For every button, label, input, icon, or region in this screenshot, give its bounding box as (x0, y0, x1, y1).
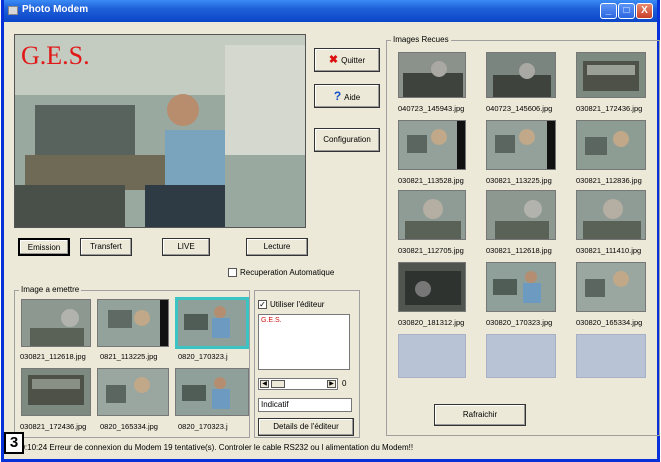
maximize-button[interactable]: □ (618, 3, 635, 19)
received-caption-8: 030821_112618.jpg (486, 246, 552, 255)
send-caption-6: 0820_170323.j (178, 422, 228, 431)
send-caption-2: 0821_113225.jpg (100, 352, 158, 361)
close-button[interactable]: X (636, 3, 653, 19)
use-editor-check-icon[interactable]: ✓ (258, 300, 267, 310)
received-thumb-11[interactable] (486, 262, 556, 312)
help-button[interactable]: ? Aide (314, 84, 380, 108)
received-caption-7: 030821_112705.jpg (398, 246, 464, 255)
received-thumb-6[interactable] (576, 120, 646, 170)
received-caption-3: 030821_172436.jpg (576, 104, 643, 113)
editor-textarea[interactable]: G.E.S. (258, 314, 350, 370)
send-thumb-5[interactable] (97, 368, 169, 416)
received-thumb-5[interactable] (486, 120, 556, 170)
indicatif-field[interactable]: Indicatif (258, 398, 352, 412)
send-thumb-4[interactable] (21, 368, 91, 416)
received-thumb-10[interactable] (398, 262, 466, 312)
received-caption-4: 030821_113528.jpg (398, 176, 464, 185)
app-icon (8, 6, 18, 15)
received-caption-9: 030821_111410.jpg (576, 246, 642, 255)
live-button[interactable]: LIVE (162, 238, 210, 256)
received-caption-12: 030820_165334.jpg (576, 318, 643, 327)
send-thumb-3-selected[interactable] (175, 297, 249, 349)
received-thumb-4[interactable] (398, 120, 466, 170)
quit-button[interactable]: ✖ Quitter (314, 48, 380, 72)
send-thumb-1[interactable] (21, 299, 91, 347)
slider-left-arrow-icon[interactable]: ◀ (260, 380, 269, 388)
received-empty-slot-1 (398, 334, 466, 378)
question-icon: ? (333, 89, 342, 103)
preview-overlay-text: G.E.S. (21, 41, 90, 70)
received-caption-11: 030820_170323.jpg (486, 318, 553, 327)
figure-number-badge: 3 (4, 432, 24, 454)
received-caption-6: 030821_112836.jpg (576, 176, 642, 185)
received-thumb-2[interactable] (486, 52, 556, 98)
transfert-button[interactable]: Transfert (80, 238, 132, 256)
received-thumb-8[interactable] (486, 190, 556, 240)
auto-recovery-checkbox[interactable]: Recuperation Automatique (228, 268, 334, 278)
camera-preview: G.E.S. (14, 34, 306, 228)
app-window: Photo Modem _ □ X G.E.S. ✖ Quitter ? Aide … (1, 0, 660, 462)
received-caption-2: 040723_145606.jpg (486, 104, 553, 113)
slider-value: 0 (342, 379, 347, 388)
slider-thumb[interactable] (271, 380, 285, 388)
send-caption-3: 0820_170323.j (178, 352, 228, 361)
send-caption-5: 0820_165334.jpg (100, 422, 158, 431)
received-images-label: Images Recues (391, 35, 451, 44)
use-editor-checkbox[interactable]: ✓ Utiliser l'éditeur (258, 300, 324, 310)
close-x-icon: ✖ (328, 54, 339, 66)
received-thumb-3[interactable] (576, 52, 646, 98)
received-caption-1: 040723_145943.jpg (398, 104, 465, 113)
title-bar[interactable]: Photo Modem _ □ X (4, 0, 657, 22)
received-thumb-9[interactable] (576, 190, 646, 240)
emission-button[interactable]: Emission (18, 238, 70, 256)
status-bar: 10:10:24 Erreur de connexion du Modem 19… (16, 443, 414, 452)
send-thumb-2[interactable] (97, 299, 169, 347)
received-caption-10: 030820_181312.jpg (398, 318, 465, 327)
auto-recovery-box[interactable] (228, 268, 237, 278)
refresh-button[interactable]: Rafraichir (434, 404, 526, 426)
received-empty-slot-2 (486, 334, 556, 378)
received-thumb-7[interactable] (398, 190, 466, 240)
send-thumb-6[interactable] (175, 368, 249, 416)
received-thumb-1[interactable] (398, 52, 466, 98)
received-empty-slot-3 (576, 334, 646, 378)
send-caption-1: 030821_112618.jpg (20, 352, 86, 361)
editor-details-button[interactable]: Details de l'éditeur (258, 418, 354, 436)
received-caption-5: 030821_113225.jpg (486, 176, 552, 185)
image-to-send-label: Image a emettre (19, 285, 82, 294)
editor-slider[interactable]: ◀ ▶ (258, 378, 338, 390)
minimize-button[interactable]: _ (600, 3, 617, 19)
lecture-button[interactable]: Lecture (246, 238, 308, 256)
configuration-button[interactable]: Configuration (314, 128, 380, 152)
received-thumb-12[interactable] (576, 262, 646, 312)
slider-right-arrow-icon[interactable]: ▶ (327, 380, 336, 388)
window-title: Photo Modem (22, 4, 89, 15)
send-caption-4: 030821_172436.jpg (20, 422, 87, 431)
